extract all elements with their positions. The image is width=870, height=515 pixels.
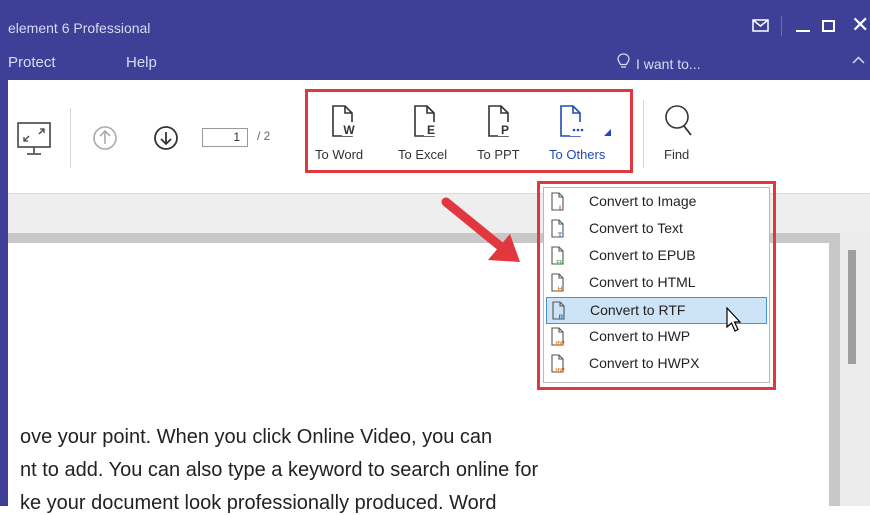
to-ppt-button[interactable]: To PPT <box>477 147 520 162</box>
to-excel-button[interactable]: To Excel <box>398 147 447 162</box>
mail-icon[interactable] <box>752 19 769 32</box>
dropdown-item-label: Convert to RTF <box>590 302 686 318</box>
file-format-icon: HW <box>551 327 565 347</box>
i-want-to-search[interactable]: I want to... <box>636 56 701 72</box>
file-format-tag: T <box>558 232 562 239</box>
title-bar: element 6 Professional ✕ Protect Help I … <box>0 0 870 80</box>
document-text-line: ove your point. When you click Online Vi… <box>20 426 493 448</box>
dropdown-item-label: Convert to HTML <box>589 274 696 290</box>
file-format-tag: HW <box>555 368 565 374</box>
ppt-file-icon[interactable]: P <box>486 104 512 138</box>
maximize-button[interactable] <box>822 20 835 32</box>
file-format-tag: EP <box>556 260 564 266</box>
page-total: / 2 <box>257 129 271 143</box>
document-text-line: nt to add. You can also type a keyword t… <box>20 459 539 481</box>
mouse-cursor-icon <box>726 307 742 332</box>
file-format-tag: R <box>559 314 564 321</box>
file-format-icon: EP <box>551 246 564 266</box>
page-number-input[interactable]: 1 <box>202 128 248 147</box>
to-others-button[interactable]: To Others <box>549 147 605 162</box>
next-page-icon[interactable] <box>153 125 179 151</box>
word-file-icon[interactable]: W <box>330 104 356 138</box>
to-others-dropdown-menu: I Convert to Image T Convert to Text EP Conve… <box>543 187 770 383</box>
word-glyph: W <box>343 123 355 137</box>
dropdown-item-label: Convert to Image <box>589 193 697 209</box>
ppt-glyph: P <box>501 123 509 137</box>
excel-glyph: E <box>427 123 435 137</box>
dropdown-item-label: Convert to HWPX <box>589 355 700 371</box>
search-icon[interactable] <box>662 104 694 140</box>
file-format-tag: I <box>559 205 561 212</box>
left-frame-edge <box>0 80 8 506</box>
minimize-button[interactable] <box>796 30 810 32</box>
dropdown-item-label: Convert to EPUB <box>589 247 696 263</box>
scrollbar-thumb[interactable] <box>848 250 856 364</box>
other-formats-icon[interactable] <box>558 104 614 138</box>
file-format-tag: H <box>558 286 563 293</box>
file-format-icon: R <box>552 301 565 321</box>
presentation-icon[interactable] <box>16 121 52 157</box>
document-text-line: ke your document look professionally pro… <box>20 492 497 514</box>
dropdown-item-convert-to-epub[interactable]: EP Convert to EPUB <box>544 243 769 270</box>
titlebar-separator <box>781 16 782 36</box>
window-title: element 6 Professional <box>8 20 151 36</box>
toolbar-separator <box>643 100 644 168</box>
dropdown-item-convert-to-html[interactable]: H Convert to HTML <box>544 270 769 297</box>
previous-page-icon[interactable] <box>92 125 118 151</box>
close-button[interactable]: ✕ <box>851 14 869 36</box>
lightbulb-icon <box>617 53 630 68</box>
menu-protect[interactable]: Protect <box>8 54 56 71</box>
file-format-icon: HW <box>551 354 565 374</box>
file-format-tag: HW <box>555 341 565 347</box>
dropdown-item-label: Convert to Text <box>589 220 683 236</box>
dropdown-item-convert-to-hwpx[interactable]: HW Convert to HWPX <box>544 351 769 378</box>
dropdown-item-convert-to-image[interactable]: I Convert to Image <box>544 189 769 216</box>
file-format-icon: T <box>551 219 564 239</box>
pointer-arrow-annotation <box>441 197 520 262</box>
file-format-icon: H <box>551 273 564 293</box>
to-word-button[interactable]: To Word <box>315 147 363 162</box>
find-button[interactable]: Find <box>664 147 689 162</box>
collapse-ribbon-icon[interactable] <box>852 56 865 64</box>
menu-help[interactable]: Help <box>126 54 157 71</box>
file-format-icon: I <box>551 192 564 212</box>
excel-file-icon[interactable]: E <box>412 104 438 138</box>
dropdown-item-label: Convert to HWP <box>589 328 691 344</box>
toolbar-separator <box>70 108 71 168</box>
dropdown-item-convert-to-text[interactable]: T Convert to Text <box>544 216 769 243</box>
